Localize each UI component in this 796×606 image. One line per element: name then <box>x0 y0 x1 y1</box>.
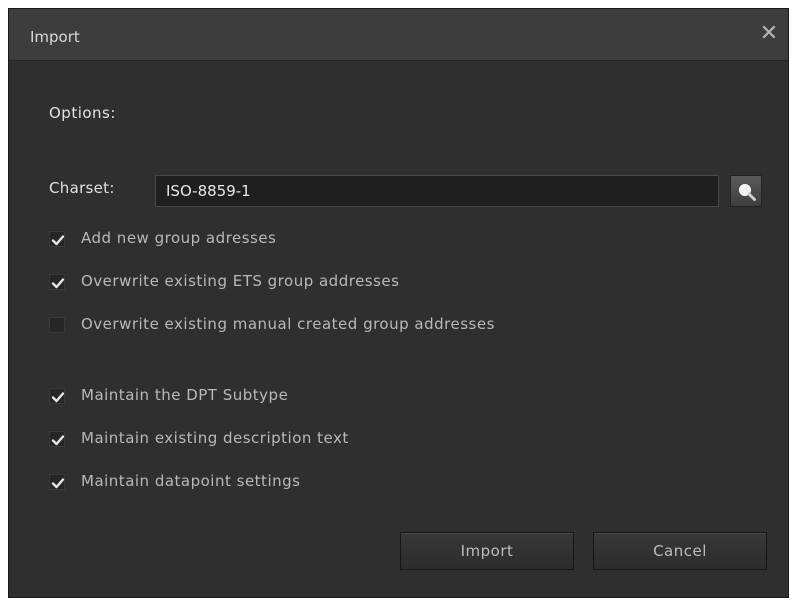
checkmark-icon <box>51 478 65 489</box>
dialog-titlebar: Import ✕ <box>9 9 788 61</box>
option-checkbox[interactable] <box>49 431 65 447</box>
charset-label: Charset: <box>49 179 115 197</box>
option-checkbox[interactable] <box>49 317 65 333</box>
checkmark-icon <box>51 392 65 403</box>
option-label: Overwrite existing ETS group addresses <box>81 272 400 290</box>
options-heading: Options: <box>49 104 116 122</box>
charset-input[interactable] <box>155 175 719 207</box>
import-button[interactable]: Import <box>400 532 574 570</box>
option-checkbox[interactable] <box>49 274 65 290</box>
search-icon <box>739 184 756 201</box>
dialog-title: Import <box>30 28 80 46</box>
option-label: Overwrite existing manual created group … <box>81 315 495 333</box>
cancel-button[interactable]: Cancel <box>593 532 767 570</box>
checkmark-icon <box>51 435 65 446</box>
checkmark-icon <box>51 278 65 289</box>
option-label: Maintain existing description text <box>81 429 349 447</box>
option-label: Add new group adresses <box>81 229 277 247</box>
charset-search-button[interactable] <box>730 175 762 207</box>
import-dialog: Import ✕ Options: Charset: Add new group… <box>8 8 789 598</box>
checkmark-icon <box>51 235 65 246</box>
option-label: Maintain the DPT Subtype <box>81 386 289 404</box>
option-label: Maintain datapoint settings <box>81 472 301 490</box>
option-checkbox[interactable] <box>49 474 65 490</box>
option-checkbox[interactable] <box>49 231 65 247</box>
close-icon[interactable]: ✕ <box>758 23 780 45</box>
option-checkbox[interactable] <box>49 388 65 404</box>
